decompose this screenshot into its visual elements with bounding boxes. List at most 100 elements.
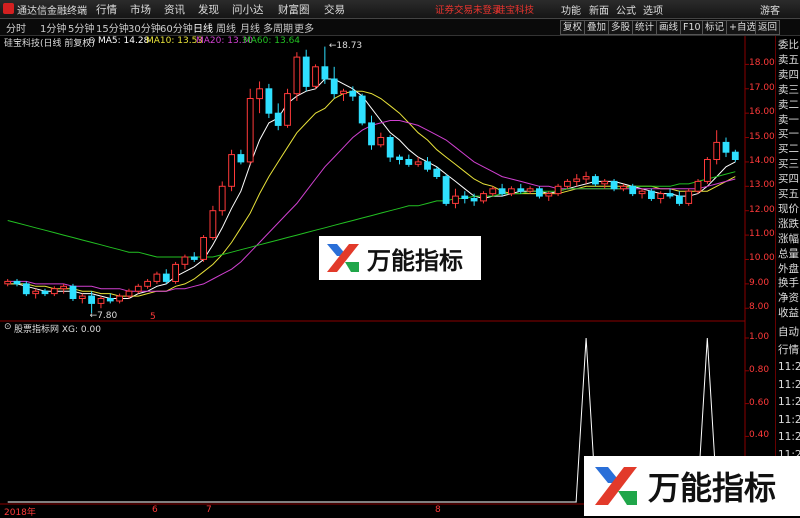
candle[interactable] (200, 235, 207, 262)
candle[interactable] (610, 179, 618, 192)
watermark-badge-large: 万能指标 (584, 456, 800, 516)
candle[interactable] (153, 271, 161, 284)
candle-body (4, 280, 12, 285)
candle-body (358, 95, 366, 124)
candle[interactable] (181, 254, 189, 270)
candle[interactable] (573, 174, 581, 187)
candle[interactable] (134, 283, 142, 294)
candle[interactable] (620, 183, 627, 192)
candle-body (330, 78, 338, 95)
quote-field-label: 换手 (778, 277, 799, 290)
candle[interactable] (676, 191, 683, 206)
candle[interactable] (228, 149, 235, 192)
candle[interactable] (69, 283, 77, 301)
candle[interactable] (358, 93, 366, 126)
candle-body (50, 288, 58, 295)
candle[interactable] (97, 296, 105, 309)
sub-indicator-title: 股票指标网 XG: 0.00 (14, 325, 101, 335)
candle[interactable] (666, 188, 674, 199)
candle[interactable] (246, 88, 254, 165)
candle[interactable] (713, 130, 721, 165)
candle[interactable] (162, 269, 170, 284)
candle[interactable] (442, 174, 450, 206)
candle[interactable] (601, 179, 609, 189)
candle-body (722, 141, 730, 153)
marker-annotation: 5 (150, 312, 156, 322)
candle[interactable] (461, 191, 469, 204)
candle[interactable] (321, 46, 329, 84)
candle[interactable] (694, 179, 702, 194)
candle[interactable] (685, 188, 693, 206)
candle[interactable] (564, 179, 571, 189)
candle[interactable] (284, 88, 291, 128)
sub-tick-label: 1.00 (749, 332, 770, 342)
candle[interactable] (218, 181, 226, 216)
candle-body (237, 154, 245, 163)
candle[interactable] (638, 188, 646, 199)
candle[interactable] (396, 154, 403, 165)
candle[interactable] (722, 137, 730, 158)
tick-time-label: 11:2 (778, 378, 800, 391)
candle[interactable] (405, 154, 413, 167)
quote-field-label: 买四 (778, 173, 799, 186)
candle[interactable] (172, 261, 179, 284)
candle[interactable] (368, 115, 375, 150)
candle[interactable] (349, 86, 357, 101)
candle[interactable] (386, 135, 394, 162)
candle[interactable] (60, 283, 68, 294)
candle-body (666, 193, 674, 197)
time-label-july: 7 (206, 505, 212, 515)
candle[interactable] (256, 81, 264, 114)
candle[interactable] (470, 193, 478, 206)
tick-time-label: 11:2 (778, 431, 800, 443)
candle[interactable] (554, 183, 562, 197)
candle-body (256, 88, 264, 100)
candle[interactable] (592, 174, 599, 187)
candle-body (340, 90, 347, 95)
candle[interactable] (190, 252, 198, 262)
quote-field-label: 涨跌 (778, 217, 799, 230)
candle[interactable] (302, 49, 310, 92)
candle-body (508, 188, 515, 195)
candle[interactable] (41, 288, 49, 297)
candle-body (41, 290, 49, 295)
sub-settings-icon[interactable]: ⊙ (4, 322, 12, 332)
candle-body (545, 193, 553, 197)
sub-tick-label: 0.60 (749, 397, 770, 408)
candle[interactable] (265, 83, 273, 119)
candle[interactable] (330, 66, 338, 99)
candle[interactable] (22, 281, 30, 297)
candle[interactable] (209, 205, 217, 240)
candle[interactable] (144, 278, 151, 289)
candle[interactable] (312, 64, 319, 89)
sub-tick-label: 0.40 (749, 430, 770, 441)
candle[interactable] (274, 103, 282, 131)
candle[interactable] (480, 191, 487, 204)
sub-indicator-bar: ⊙ 股票指标网 XG: 0.00 (0, 322, 745, 335)
candle-body (582, 176, 590, 180)
candle[interactable] (704, 157, 711, 184)
quote-field-label: 买三 (778, 158, 799, 171)
candle-body (321, 66, 329, 80)
candle[interactable] (424, 157, 431, 172)
candle[interactable] (452, 188, 459, 209)
candle-body (704, 159, 711, 182)
candle[interactable] (526, 186, 534, 194)
candle[interactable] (78, 293, 86, 304)
candle[interactable] (582, 171, 590, 184)
candle[interactable] (13, 278, 21, 287)
candle[interactable] (4, 278, 12, 287)
candle[interactable] (293, 52, 301, 101)
candle[interactable] (237, 149, 245, 165)
candle[interactable] (32, 288, 40, 299)
candle-body (172, 263, 179, 282)
candle-body (218, 185, 226, 212)
candle[interactable] (106, 293, 114, 304)
candle[interactable] (536, 186, 543, 199)
candle-body (592, 176, 599, 185)
candle-body (526, 188, 534, 192)
candle[interactable] (377, 132, 385, 148)
candle-body (461, 195, 469, 200)
candle[interactable] (731, 149, 739, 162)
candle-body (489, 188, 497, 195)
